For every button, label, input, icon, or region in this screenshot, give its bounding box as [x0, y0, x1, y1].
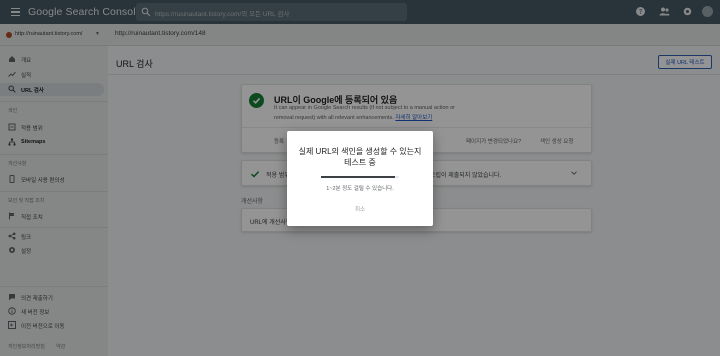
- cancel-button[interactable]: 취소: [345, 205, 375, 215]
- progress-bar-fill: [321, 176, 396, 178]
- live-test-dialog: 실제 URL의 색인을 생성할 수 있는지 테스트 중 1~2분 정도 걸릴 수…: [287, 131, 433, 226]
- progress-bar: [321, 176, 399, 178]
- dialog-time-estimate: 1~2분 정도 걸릴 수 있습니다.: [326, 186, 394, 192]
- dialog-title: 실제 URL의 색인을 생성할 수 있는지 테스트 중: [298, 147, 422, 167]
